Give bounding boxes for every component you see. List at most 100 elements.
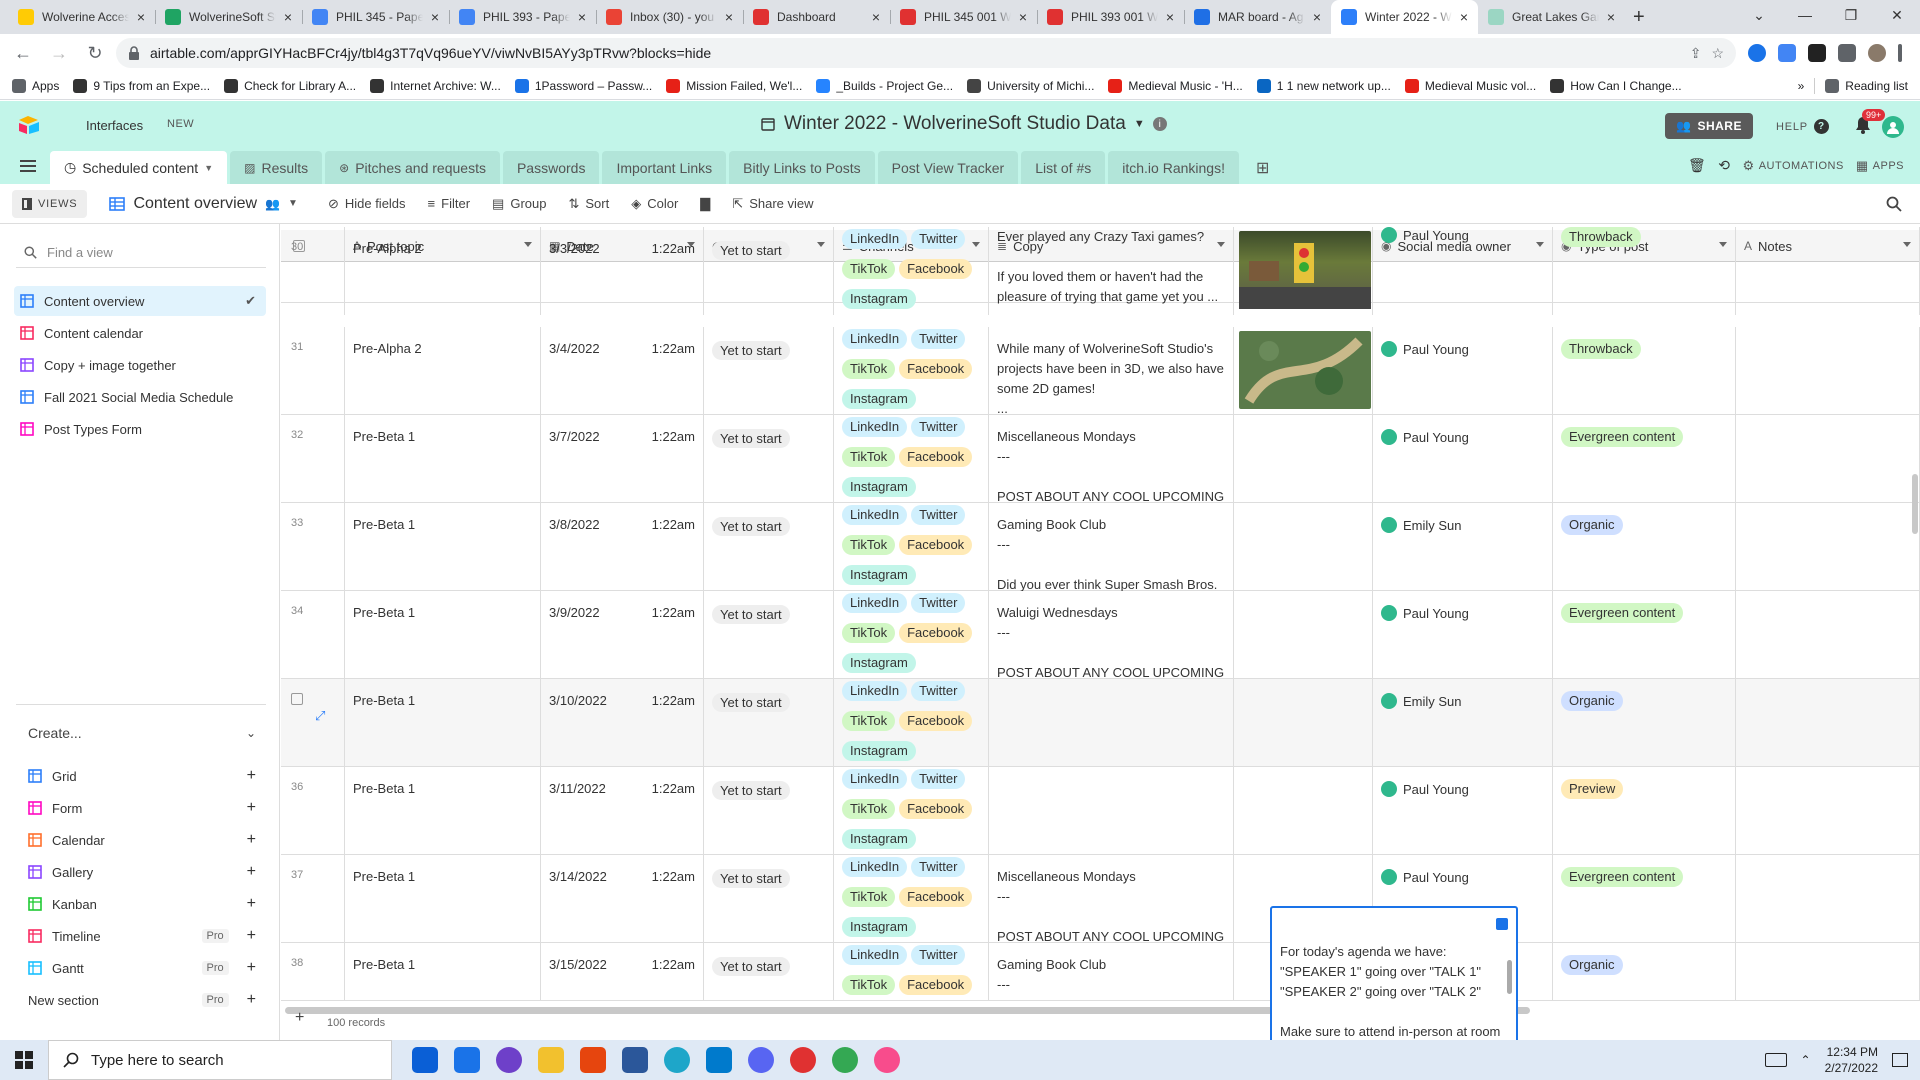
bookmark-item[interactable]: _Builds - Project Ge... [816,78,953,93]
channels-cell[interactable]: LinkedIn Twitter TikTok Facebook Instagram [834,415,989,503]
table-tab[interactable]: Post View Tracker [877,151,1019,184]
date-cell[interactable]: 3/4/2022 1:22am [541,327,704,415]
table-tab[interactable]: List of #s [1021,151,1106,184]
chrome-app-icon[interactable] [832,1047,858,1073]
status-cell[interactable]: Yet to start [704,855,834,943]
date-cell[interactable]: 3/10/2022 1:22am [541,679,704,767]
date-cell[interactable]: 3/3/2022 1:22am [541,227,704,315]
notes-cell[interactable] [1736,503,1920,591]
row-number-cell[interactable]: 32 [281,415,345,503]
row-checkbox[interactable] [291,693,303,705]
table-row[interactable]: 30 Pre-Alpha 2 3/3/2022 1:22am Yet to start L… [281,227,1920,315]
mail-app-icon[interactable] [454,1047,480,1073]
vscode-app-icon[interactable] [706,1047,732,1073]
browser-tab[interactable]: Great Lakes Gar × [1478,0,1625,34]
row-number-cell[interactable]: 34 [281,591,345,679]
status-cell[interactable]: Yet to start [704,679,834,767]
profile-avatar-icon[interactable] [1868,44,1886,62]
tab-close-icon[interactable]: × [284,9,292,25]
user-avatar[interactable] [1882,116,1904,138]
row-number-cell[interactable]: ⤢ [281,679,345,767]
channels-cell[interactable]: LinkedIn Twitter TikTok Facebook Instagram [834,327,989,415]
copy-cell[interactable]: Miscellaneous Mondays --- POST ABOUT ANY… [989,855,1234,943]
post-topic-cell[interactable]: Pre-Alpha 2 [345,227,541,315]
create-view-item[interactable]: Calendar + [16,826,266,854]
notes-cell[interactable] [1736,591,1920,679]
filter-button[interactable]: ≡ Filter [428,196,470,211]
apps-button[interactable]: ▦ APPS [1856,158,1904,174]
expand-cell-icon[interactable] [1496,918,1508,930]
post-type-cell[interactable]: Throwback [1553,327,1736,415]
post-type-cell[interactable]: Preview [1553,767,1736,855]
post-topic-cell[interactable]: Pre-Beta 1 [345,503,541,591]
copy-cell[interactable]: Waluigi Wednesdays --- POST ABOUT ANY CO… [989,591,1234,679]
date-cell[interactable]: 3/7/2022 1:22am [541,415,704,503]
create-view-item[interactable]: Kanban + [16,890,266,918]
copy-cell[interactable] [989,679,1234,767]
bookmark-star-icon[interactable]: ☆ [1711,45,1724,62]
notes-cell[interactable] [1736,855,1920,943]
browser-tab[interactable]: PHIL 393 - Paper × [449,0,596,34]
post-topic-cell[interactable]: Pre-Beta 1 [345,767,541,855]
table-row[interactable]: 37 Pre-Beta 1 3/14/2022 1:22am Yet to start L… [281,855,1920,943]
bookmark-item[interactable]: Internet Archive: W... [370,78,501,93]
post-type-cell[interactable]: Throwback [1553,227,1736,315]
restore-button[interactable]: ❐ [1828,0,1874,30]
status-cell[interactable]: Yet to start [704,503,834,591]
minimize-button[interactable]: — [1782,0,1828,30]
date-cell[interactable]: 3/14/2022 1:22am [541,855,704,943]
keyboard-icon[interactable] [1764,1053,1787,1067]
reload-button[interactable]: ↻ [80,38,110,68]
tab-close-icon[interactable]: × [1460,9,1468,25]
owner-cell[interactable]: Emily Sun [1373,679,1553,767]
table-tab-menu-chevron-icon[interactable]: ▼ [204,163,213,173]
table-tab[interactable]: Bitly Links to Posts [729,151,875,184]
tab-close-icon[interactable]: × [431,9,439,25]
automations-button[interactable]: ⚙ AUTOMATIONS [1743,158,1844,174]
owner-cell[interactable]: Paul Young [1373,767,1553,855]
status-cell[interactable]: Yet to start [704,591,834,679]
table-row[interactable]: 33 Pre-Beta 1 3/8/2022 1:22am Yet to start Li… [281,503,1920,591]
table-tab[interactable]: Important Links [602,151,727,184]
owner-cell[interactable]: Paul Young [1373,591,1553,679]
browser-tab[interactable]: Wolverine Accessibility × [8,0,155,34]
create-view-item[interactable]: Gallery + [16,858,266,886]
row-number-cell[interactable]: 33 [281,503,345,591]
channels-cell[interactable]: LinkedIn Twitter TikTok Facebook Instagram [834,767,989,855]
music-app-icon[interactable] [790,1047,816,1073]
help-button[interactable]: HELP ? [1776,119,1829,134]
date-cell[interactable]: 3/11/2022 1:22am [541,767,704,855]
browser-tab[interactable]: PHIL 345 001 W × [890,0,1037,34]
channels-cell[interactable]: LinkedIn Twitter TikTok Facebook Instagram [834,591,989,679]
tab-search-icon[interactable]: ⌄ [1736,0,1782,30]
post-topic-cell[interactable]: Pre-Beta 1 [345,855,541,943]
close-window-button[interactable]: ✕ [1874,0,1920,30]
image-cell[interactable] [1234,415,1373,503]
image-cell[interactable] [1234,679,1373,767]
discord-app-icon[interactable] [748,1047,774,1073]
github-app-icon[interactable] [496,1047,522,1073]
owner-cell[interactable]: Paul Young [1373,227,1553,315]
image-cell[interactable] [1234,327,1373,415]
browser-tab[interactable]: Dashboard × [743,0,890,34]
notes-cell[interactable] [1736,767,1920,855]
sidebar-view-item[interactable]: Fall 2021 Social Media Schedule [14,382,266,412]
base-info-icon[interactable]: i [1152,117,1167,131]
itunes-app-icon[interactable] [874,1047,900,1073]
bookmark-item[interactable]: Medieval Music vol... [1404,78,1536,93]
post-topic-cell[interactable]: Pre-Beta 1 [345,415,541,503]
copy-cell[interactable]: Miscellaneous Mondays --- POST ABOUT ANY… [989,415,1234,503]
bookmark-item[interactable]: Mission Failed, We'l... [666,78,802,93]
copy-cell[interactable]: Gaming Book Club --- Did you ever think … [989,503,1234,591]
search-icon[interactable] [1886,196,1902,212]
browser-tab[interactable]: WolverineSoft Studio × [155,0,302,34]
copy-cell-editor[interactable]: For today's agenda we have: "SPEAKER 1" … [1270,906,1518,1040]
extension-screen-icon[interactable] [1778,44,1796,62]
share-page-icon[interactable]: ⇪ [1690,45,1702,62]
create-view-item[interactable]: Form + [16,794,266,822]
new-section-button[interactable]: New section Pro + [16,986,266,1014]
image-cell[interactable] [1234,503,1373,591]
tab-close-icon[interactable]: × [1313,9,1321,25]
trash-icon[interactable]: 🗑 [1688,157,1706,174]
row-number-cell[interactable]: 31 [281,327,345,415]
